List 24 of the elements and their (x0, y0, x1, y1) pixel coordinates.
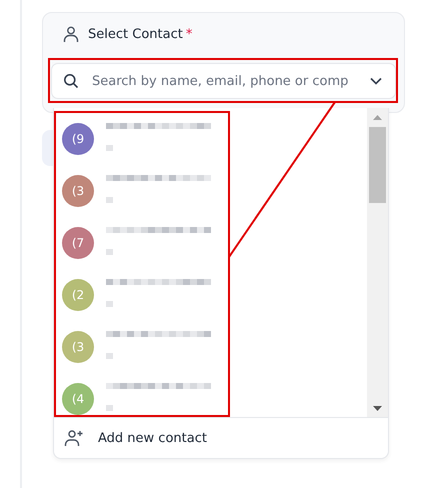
field-label: Select Contact (88, 26, 183, 42)
pixelated-detail (106, 145, 113, 151)
search-field[interactable]: Search by name, email, phone or comp (51, 63, 396, 99)
search-icon (63, 73, 79, 89)
pixelated-detail (106, 301, 113, 307)
avatar[interactable]: (3 (62, 331, 94, 363)
avatar[interactable]: (2 (62, 279, 94, 311)
pixelated-detail (106, 353, 113, 359)
person-icon (62, 25, 80, 43)
pixelated-detail (106, 197, 113, 203)
scrollbar[interactable] (367, 108, 388, 417)
pixelated-detail (106, 405, 113, 411)
pixelated-detail (106, 249, 113, 255)
avatar[interactable]: (4 (62, 383, 94, 415)
avatar[interactable]: (9 (62, 123, 94, 155)
add-person-icon (64, 429, 84, 447)
add-contact-button[interactable]: Add new contact (54, 418, 388, 458)
avatar[interactable]: (7 (62, 227, 94, 259)
scroll-thumb[interactable] (369, 127, 386, 203)
chevron-down-icon (370, 77, 382, 85)
scroll-up-icon[interactable] (373, 115, 382, 120)
scroll-down-icon[interactable] (373, 406, 382, 411)
avatar[interactable]: (3 (62, 175, 94, 207)
required-mark: * (186, 26, 192, 42)
